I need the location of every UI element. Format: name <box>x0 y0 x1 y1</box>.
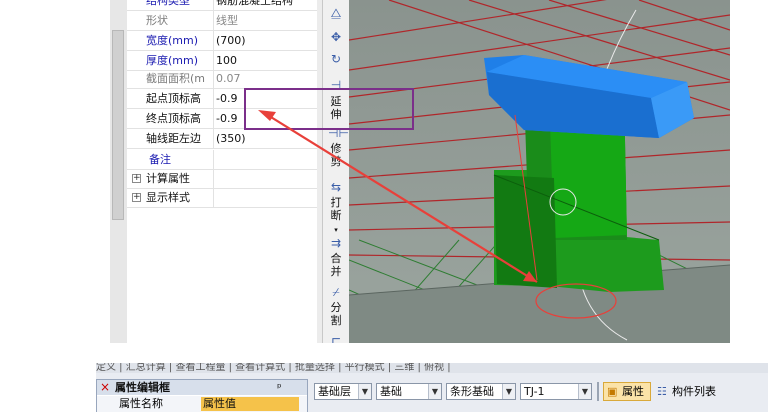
dropdown-arrow-icon[interactable]: ▼ <box>578 384 591 399</box>
layer-select[interactable]: 基础层 ▼ <box>314 383 372 400</box>
category-select[interactable]: 基础 ▼ <box>376 383 442 400</box>
arrow-line <box>265 113 538 283</box>
dropdown-arrow-icon[interactable]: ▼ <box>358 384 371 399</box>
element-select[interactable]: TJ-1 ▼ <box>520 383 592 400</box>
arrow-head-right-icon <box>523 271 537 282</box>
properties-icon: ▣ <box>607 385 618 398</box>
column-header-name: 属性名称 <box>119 397 163 410</box>
dropdown-arrow-icon[interactable]: ▼ <box>428 384 441 399</box>
toolbar-divider <box>597 382 599 401</box>
list-icon: ☷ <box>657 385 667 398</box>
type-select[interactable]: 条形基础 ▼ <box>446 383 516 400</box>
dropdown-arrow-icon[interactable]: ▼ <box>502 384 515 399</box>
panel-title-bar[interactable]: × 属性编辑框 ᵖ <box>97 380 307 395</box>
property-editor-panel: × 属性编辑框 ᵖ 属性名称 属性值 <box>96 379 308 412</box>
main-toolbar-strip[interactable]: 定义 | 汇总计算 | 查看工程量 | 查看计算式 | 批量选择 | 平行模式 … <box>96 363 768 373</box>
pin-icon[interactable]: ᵖ <box>277 380 282 395</box>
properties-button[interactable]: ▣ 属性 <box>603 382 651 401</box>
bottom-screenshot: 定义 | 汇总计算 | 查看工程量 | 查看计算式 | 批量选择 | 平行模式 … <box>96 363 768 412</box>
panel-title: 属性编辑框 <box>115 381 170 394</box>
annotation-arrow <box>258 110 538 283</box>
top-screenshot: 结构类型 钢筋混凝土结构 形状 线型 宽度(mm) (700) 厚度(mm) 1… <box>110 0 730 343</box>
element-selector-toolbar: 基础层 ▼ 基础 ▼ 条形基础 ▼ TJ-1 ▼ ▣ 属性 ☷ 构件列表 <box>314 379 768 405</box>
column-header-value: 属性值 <box>201 397 299 411</box>
close-icon[interactable]: × <box>100 380 110 395</box>
component-list-button[interactable]: ☷ 构件列表 <box>655 382 765 401</box>
panel-header: 属性名称 属性值 <box>97 396 307 412</box>
